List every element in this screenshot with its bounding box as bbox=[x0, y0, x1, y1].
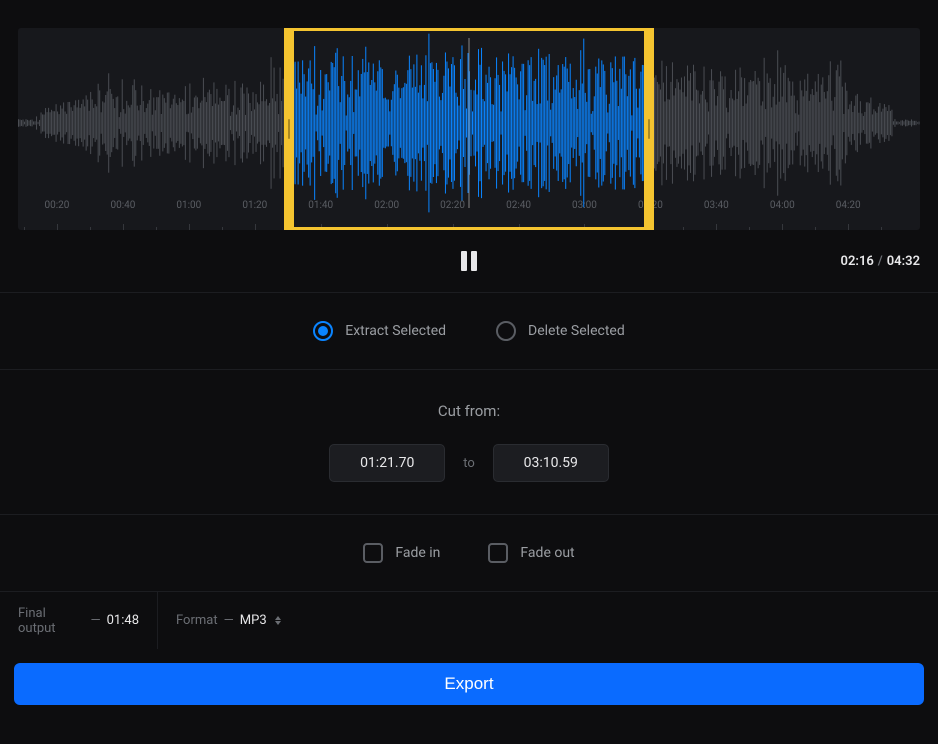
format-label: Format bbox=[176, 613, 218, 628]
fade-in-label: Fade in bbox=[395, 545, 440, 561]
pause-button[interactable] bbox=[449, 241, 489, 281]
delete-selected-option[interactable]: Delete Selected bbox=[496, 321, 625, 341]
extract-selected-option[interactable]: Extract Selected bbox=[313, 321, 446, 341]
format-value: MP3 bbox=[240, 613, 267, 628]
action-section: Extract Selected Delete Selected bbox=[0, 292, 938, 369]
export-button[interactable]: Export bbox=[14, 663, 924, 705]
updown-icon bbox=[275, 616, 281, 625]
footer: Final output — 01:48 Format — MP3 bbox=[0, 591, 938, 649]
cut-from-input[interactable] bbox=[329, 444, 445, 482]
selection-handle-left[interactable] bbox=[284, 28, 294, 230]
checkbox-unchecked-icon bbox=[488, 543, 508, 563]
fade-out-label: Fade out bbox=[520, 545, 574, 561]
current-time: 02:16 bbox=[841, 254, 874, 269]
action-radio-group: Extract Selected Delete Selected bbox=[313, 321, 624, 341]
playback-controls: 02:16/04:32 bbox=[0, 230, 938, 292]
format-select[interactable]: MP3 bbox=[240, 613, 281, 628]
pause-icon bbox=[461, 251, 477, 271]
total-time: 04:32 bbox=[887, 254, 920, 269]
timeline: 00:2000:4001:0001:2001:4002:0002:2002:40… bbox=[18, 202, 920, 222]
to-label: to bbox=[463, 456, 475, 471]
delete-label: Delete Selected bbox=[528, 323, 625, 339]
fade-out-option[interactable]: Fade out bbox=[488, 543, 574, 563]
fade-in-option[interactable]: Fade in bbox=[363, 543, 440, 563]
final-output-label: Final output bbox=[18, 606, 84, 636]
selection-handle-right[interactable] bbox=[644, 28, 654, 230]
waveform[interactable]: 00:2000:4001:0001:2001:4002:0002:2002:40… bbox=[18, 28, 920, 230]
final-output-value: 01:48 bbox=[107, 613, 139, 628]
extract-label: Extract Selected bbox=[345, 323, 446, 339]
time-display: 02:16/04:32 bbox=[841, 254, 920, 269]
cut-inputs: to bbox=[329, 444, 609, 482]
cut-to-input[interactable] bbox=[493, 444, 609, 482]
fade-section: Fade in Fade out bbox=[0, 514, 938, 591]
checkbox-unchecked-icon bbox=[363, 543, 383, 563]
radio-unchecked-icon bbox=[496, 321, 516, 341]
waveform-container: 00:2000:4001:0001:2001:4002:0002:2002:40… bbox=[0, 0, 938, 230]
cut-section: Cut from: to bbox=[0, 369, 938, 514]
format-cell: Format — MP3 bbox=[158, 592, 299, 649]
radio-checked-icon bbox=[313, 321, 333, 341]
final-output-cell: Final output — 01:48 bbox=[0, 592, 158, 649]
cut-from-label: Cut from: bbox=[438, 402, 500, 420]
